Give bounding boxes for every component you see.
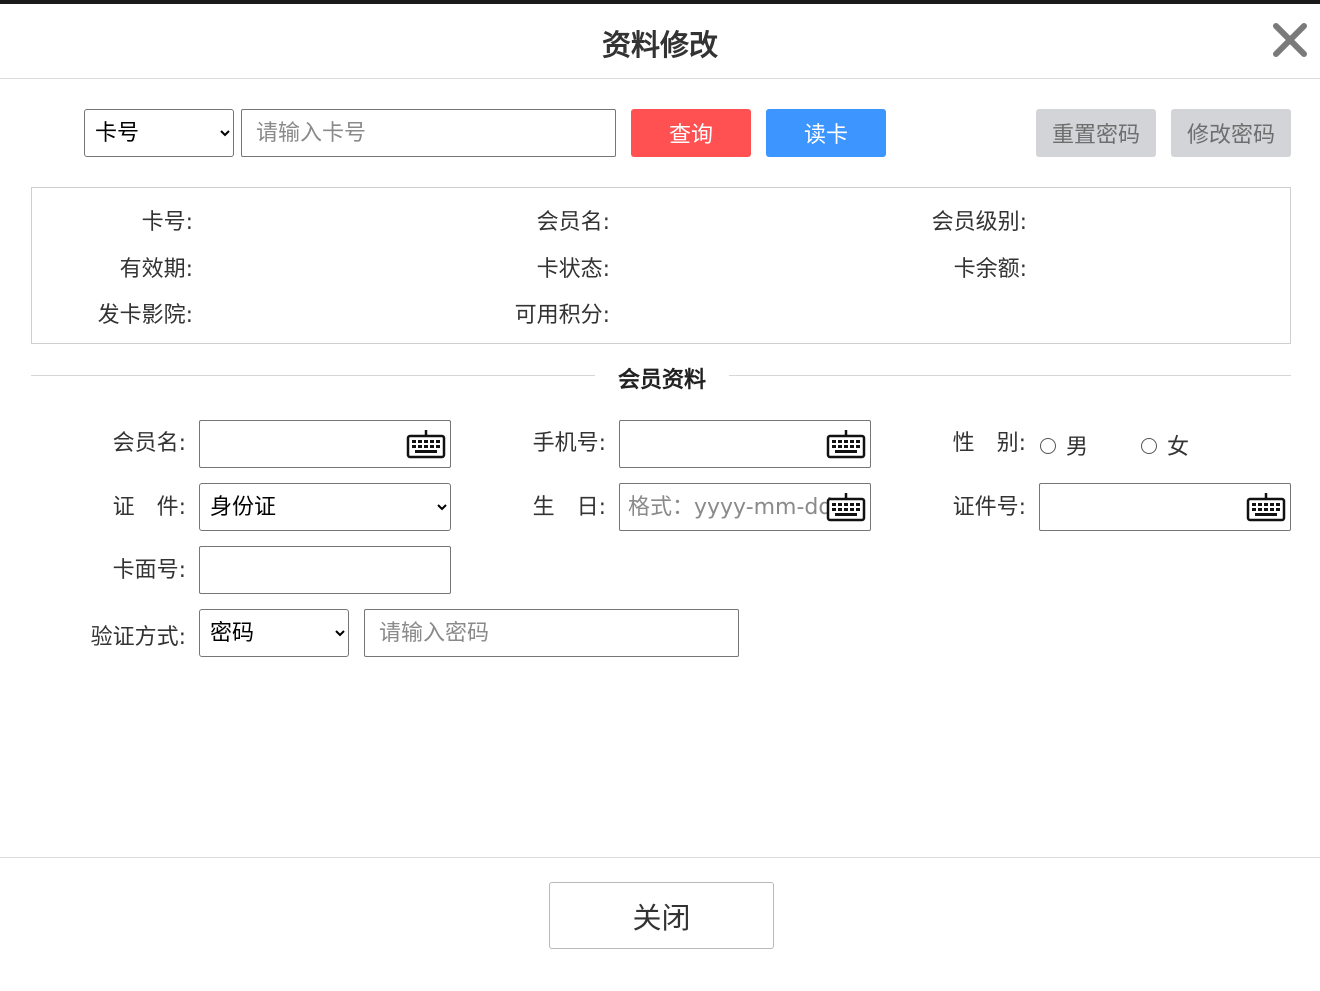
gender-male-radio[interactable] [1040, 438, 1056, 454]
card-info-panel [31, 187, 1291, 344]
gender-female-radio[interactable] [1141, 438, 1157, 454]
close-button[interactable]: 关闭 [549, 882, 774, 949]
keyboard-icon[interactable] [826, 429, 866, 459]
close-x-icon[interactable] [1270, 20, 1310, 60]
birthday-label: 生 日: [532, 495, 606, 520]
card-no-label: 卡号: [141, 210, 193, 235]
card-face-no-label: 卡面号: [112, 558, 186, 583]
dialog-title: 资料修改 [601, 28, 718, 62]
section-divider-right [729, 375, 1291, 376]
card-number-input[interactable] [241, 109, 616, 157]
member-name-info-label: 会员名: [536, 210, 610, 235]
keyboard-icon[interactable] [826, 492, 866, 522]
available-points-label: 可用积分: [514, 303, 610, 328]
member-section-title: 会员资料 [617, 368, 706, 393]
member-name-label: 会员名: [112, 431, 186, 456]
issuing-cinema-label: 发卡影院: [97, 303, 193, 328]
verify-method-select[interactable]: 密码 [199, 609, 349, 657]
gender-female-label: 女 [1167, 435, 1190, 460]
verify-method-label: 验证方式: [90, 625, 186, 650]
search-type-select[interactable]: 卡号 [84, 109, 234, 157]
password-input[interactable] [364, 609, 739, 657]
id-number-field [1039, 483, 1291, 531]
card-status-label: 卡状态: [536, 257, 610, 282]
mobile-field [619, 420, 871, 468]
birthday-field [619, 483, 871, 531]
gender-male-label: 男 [1066, 435, 1089, 460]
footer-divider [0, 857, 1320, 858]
read-card-button[interactable]: 读卡 [766, 109, 886, 157]
keyboard-icon[interactable] [1246, 492, 1286, 522]
member-name-field [199, 420, 451, 468]
dialog-header: 资料修改 [0, 4, 1320, 79]
card-face-no-input[interactable] [199, 546, 451, 594]
section-divider-left [31, 375, 595, 376]
mobile-label: 手机号: [532, 431, 606, 456]
valid-period-label: 有效期: [119, 257, 193, 282]
gender-label: 性 别: [952, 431, 1026, 456]
card-balance-label: 卡余额: [953, 257, 1027, 282]
id-number-label: 证件号: [952, 495, 1026, 520]
query-button[interactable]: 查询 [631, 109, 751, 157]
id-type-label: 证 件: [112, 495, 186, 520]
keyboard-icon[interactable] [406, 429, 446, 459]
change-password-button[interactable]: 修改密码 [1171, 109, 1291, 157]
member-level-label: 会员级别: [931, 210, 1027, 235]
id-type-select[interactable]: 身份证 [199, 483, 451, 531]
reset-password-button[interactable]: 重置密码 [1036, 109, 1156, 157]
